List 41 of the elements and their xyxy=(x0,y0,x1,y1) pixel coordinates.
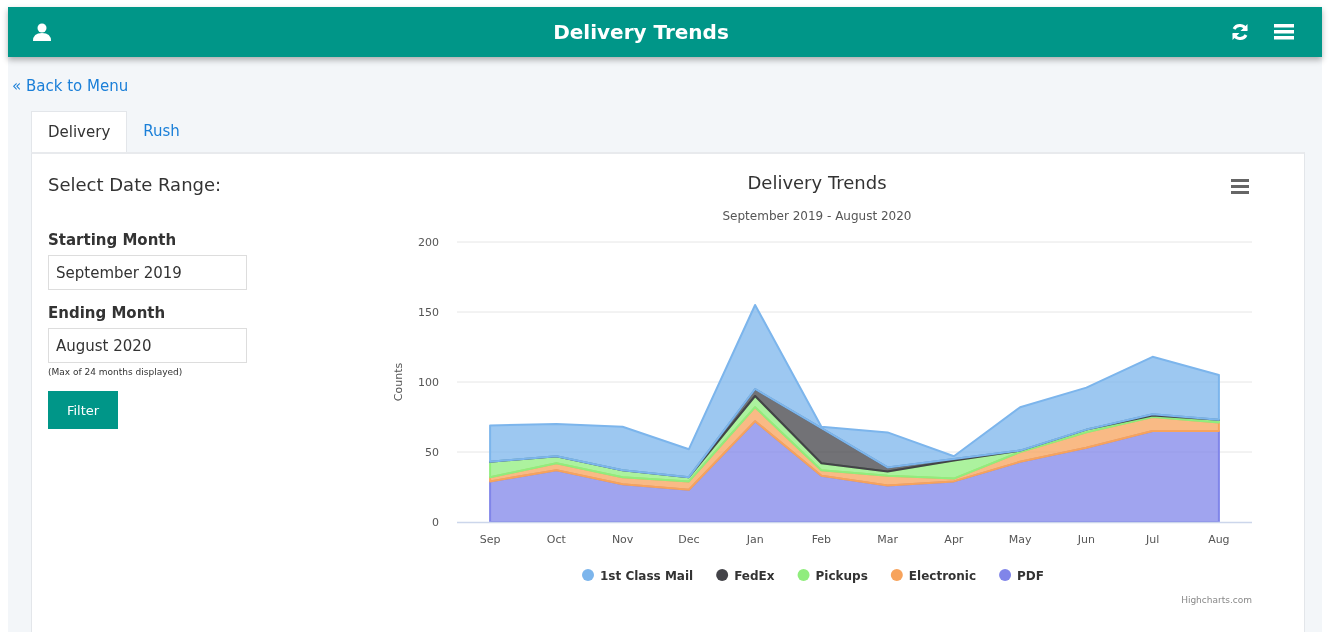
chart-subtitle: September 2019 - August 2020 xyxy=(722,209,912,223)
axis-tick-label: Jun xyxy=(1077,533,1095,546)
tab[interactable]: Rush xyxy=(127,111,196,152)
axis-tick-label: May xyxy=(1008,533,1032,546)
legend-label[interactable]: FedEx xyxy=(734,569,775,583)
refresh-icon[interactable] xyxy=(1230,22,1250,42)
legend-label[interactable]: PDF xyxy=(1017,569,1044,583)
axis-tick-label: 0 xyxy=(432,516,439,529)
menu-icon[interactable] xyxy=(1274,23,1294,41)
axis-tick-label: Oct xyxy=(546,533,566,546)
field-label: Starting Month xyxy=(48,231,177,249)
field-hint: (Max of 24 months displayed) xyxy=(48,367,183,377)
axis-tick-label: 100 xyxy=(418,376,439,389)
back-link[interactable]: « Back to Menu xyxy=(12,77,129,95)
axis-tick-label: Feb xyxy=(811,533,832,546)
axis-tick-label: 50 xyxy=(425,446,439,459)
filter-button[interactable]: Filter xyxy=(48,391,118,429)
chart-title: Delivery Trends xyxy=(747,172,887,193)
user-icon[interactable] xyxy=(32,22,52,42)
input-field[interactable]: August 2020 xyxy=(48,328,247,363)
axis-title: Counts xyxy=(392,362,405,402)
page-title: Delivery Trends xyxy=(552,20,730,44)
field-label: Ending Month xyxy=(48,304,166,322)
axis-tick-label: Apr xyxy=(944,533,964,546)
axis-tick-label: Nov xyxy=(611,533,634,546)
axis-tick-label: Dec xyxy=(678,533,700,546)
axis-tick-label: 150 xyxy=(418,306,439,319)
legend-label[interactable]: Electronic xyxy=(908,569,977,583)
axis-tick-label: 200 xyxy=(418,236,439,249)
axis-tick-label: Jan xyxy=(746,533,764,546)
input-field[interactable]: September 2019 xyxy=(48,255,247,290)
axis-tick-label: Aug xyxy=(1208,533,1230,546)
form-heading: Select Date Range: xyxy=(48,174,222,195)
axis-tick-label: Jul xyxy=(1146,533,1160,546)
menu-icon[interactable] xyxy=(1231,179,1249,194)
tab[interactable]: Delivery xyxy=(31,111,128,152)
credits-link[interactable]: Highcharts.com xyxy=(1181,595,1252,605)
legend-label[interactable]: Pickups xyxy=(815,569,868,583)
axis-tick-label: Sep xyxy=(479,533,501,546)
axis-tick-label: Mar xyxy=(877,533,898,546)
legend-label[interactable]: 1st Class Mail xyxy=(600,569,694,583)
